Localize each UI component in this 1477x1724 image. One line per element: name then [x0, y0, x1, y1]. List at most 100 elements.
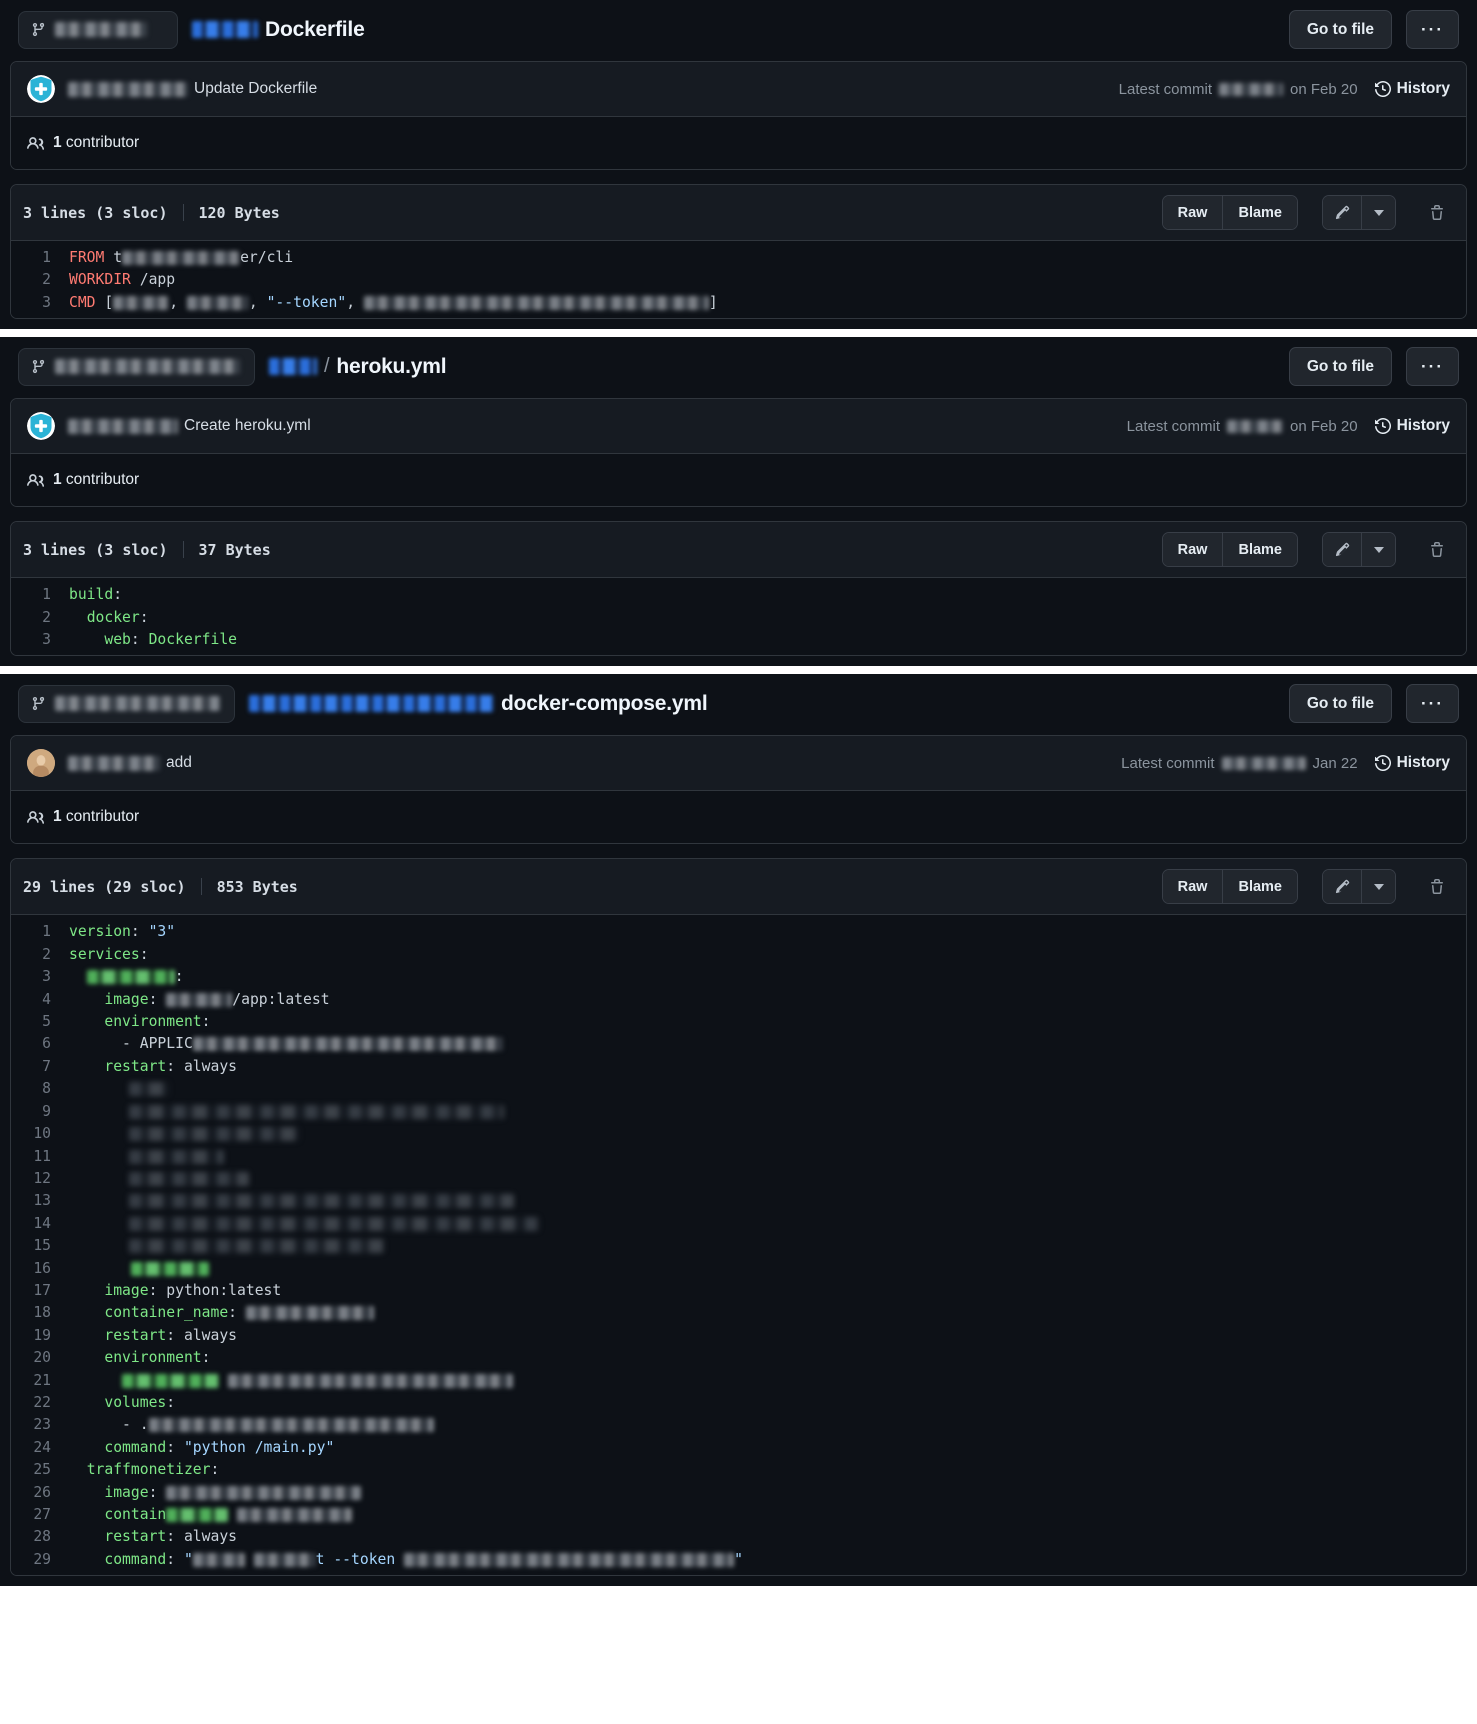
more-options-button[interactable]: ···	[1406, 684, 1459, 723]
code-token: :	[149, 1484, 167, 1501]
contributors-row[interactable]: 1 contributor	[11, 454, 1466, 506]
code-token: version	[69, 923, 131, 940]
code-line: 8	[11, 1078, 1466, 1100]
code-line: 5 environment:	[11, 1011, 1466, 1033]
edit-dropdown-button[interactable]	[1362, 533, 1395, 566]
file-header: / docker-compose.yml Go to file ···	[10, 674, 1467, 735]
blame-button[interactable]: Blame	[1223, 533, 1297, 566]
code-token	[69, 968, 87, 985]
latest-commit-text: Latest commit	[1119, 81, 1212, 98]
file-header: / heroku.yml Go to file ···	[10, 337, 1467, 398]
commit-message-text[interactable]: Create heroku.yml	[184, 417, 311, 435]
repository-link-redacted[interactable]	[269, 358, 317, 375]
go-to-file-button[interactable]: Go to file	[1289, 684, 1392, 723]
contributors-row[interactable]: 1 contributor	[11, 791, 1466, 843]
contributors-count: 1 contributor	[53, 134, 139, 152]
branch-name-redacted	[55, 22, 147, 37]
line-content	[69, 1370, 1466, 1392]
more-options-button[interactable]: ···	[1406, 10, 1459, 49]
commit-message: add	[68, 754, 192, 772]
history-button[interactable]: History	[1375, 80, 1450, 98]
redacted-text	[129, 1239, 384, 1253]
code-token: :	[131, 923, 149, 940]
redacted-text	[129, 1082, 169, 1096]
line-number: 7	[11, 1056, 69, 1078]
code-line: 17 image: python:latest	[11, 1280, 1466, 1302]
line-content: environment:	[69, 1347, 1466, 1369]
history-button[interactable]: History	[1375, 417, 1450, 435]
avatar[interactable]	[27, 75, 55, 103]
repository-link-redacted[interactable]	[192, 21, 258, 38]
code-line: 11	[11, 1146, 1466, 1168]
contributors-row[interactable]: 1 contributor	[11, 117, 1466, 169]
code-token: : always	[166, 1528, 237, 1545]
file-stats: 29 lines (29 sloc) 853 Bytes	[23, 878, 298, 896]
commit-date: Jan 22	[1313, 755, 1358, 772]
screenshot-root: / Dockerfile Go to file ··· Update Docke…	[0, 0, 1477, 1586]
commit-author-redacted[interactable]	[68, 756, 160, 771]
go-to-file-button[interactable]: Go to file	[1289, 347, 1392, 386]
code-token: - .	[69, 1416, 149, 1433]
code-token: ,	[346, 294, 364, 311]
trash-icon	[1429, 542, 1445, 558]
blame-button[interactable]: Blame	[1223, 196, 1297, 229]
commit-author-redacted[interactable]	[68, 82, 188, 97]
code-token: :	[140, 609, 149, 626]
line-count: 3 lines (3 sloc)	[23, 541, 168, 559]
repository-link-redacted[interactable]	[249, 695, 494, 712]
code-content[interactable]: 1version: "3"2services:3 :4 image: /app:…	[11, 915, 1466, 1575]
redacted-text	[237, 1508, 352, 1522]
line-content	[69, 1101, 1466, 1123]
code-token: [	[96, 294, 114, 311]
line-content: image:	[69, 1482, 1466, 1504]
code-content[interactable]: 1FROM ter/cli2WORKDIR /app3CMD [, , "--t…	[11, 241, 1466, 318]
view-mode-group: Raw Blame	[1162, 532, 1298, 567]
raw-button[interactable]: Raw	[1163, 533, 1224, 566]
line-number: 17	[11, 1280, 69, 1302]
go-to-file-button[interactable]: Go to file	[1289, 10, 1392, 49]
commit-message-text[interactable]: Update Dockerfile	[194, 80, 317, 98]
commit-author-redacted[interactable]	[68, 419, 178, 434]
blame-button[interactable]: Blame	[1223, 870, 1297, 903]
code-token: /app	[131, 271, 175, 288]
pencil-icon-button[interactable]	[1323, 870, 1362, 903]
code-token	[69, 1372, 122, 1389]
redacted-text	[113, 296, 169, 310]
avatar[interactable]	[27, 749, 55, 777]
code-line: 22 volumes:	[11, 1392, 1466, 1414]
pencil-icon-button[interactable]	[1323, 533, 1362, 566]
edit-dropdown-button[interactable]	[1362, 196, 1395, 229]
history-clock-icon	[1375, 418, 1391, 434]
branch-selector[interactable]	[18, 11, 178, 49]
contributors-count: 1 contributor	[53, 808, 139, 826]
code-content[interactable]: 1build:2 docker:3 web: Dockerfile	[11, 578, 1466, 655]
line-content: restart: always	[69, 1325, 1466, 1347]
edit-dropdown-button[interactable]	[1362, 870, 1395, 903]
line-content: container_name:	[69, 1302, 1466, 1324]
redacted-text	[129, 1194, 514, 1208]
line-number: 6	[11, 1033, 69, 1055]
raw-button[interactable]: Raw	[1163, 196, 1224, 229]
commit-message-text[interactable]: add	[166, 754, 192, 772]
panel-separator	[0, 329, 1477, 337]
code-token: environment	[104, 1013, 201, 1030]
line-number: 2	[11, 269, 69, 291]
delete-file-button[interactable]	[1420, 533, 1454, 566]
avatar[interactable]	[27, 412, 55, 440]
code-token: web	[104, 631, 131, 648]
raw-button[interactable]: Raw	[1163, 870, 1224, 903]
branch-selector[interactable]	[18, 685, 235, 723]
history-button[interactable]: History	[1375, 754, 1450, 772]
branch-selector[interactable]	[18, 348, 255, 386]
more-options-button[interactable]: ···	[1406, 347, 1459, 386]
code-line: 3 :	[11, 966, 1466, 988]
redacted-text	[129, 1150, 224, 1164]
redacted-text	[131, 1262, 209, 1276]
history-clock-icon	[1375, 81, 1391, 97]
delete-file-button[interactable]	[1420, 196, 1454, 229]
code-line: 16	[11, 1258, 1466, 1280]
delete-file-button[interactable]	[1420, 870, 1454, 903]
code-token: t	[104, 249, 122, 266]
pencil-icon-button[interactable]	[1323, 196, 1362, 229]
code-line: 14	[11, 1213, 1466, 1235]
